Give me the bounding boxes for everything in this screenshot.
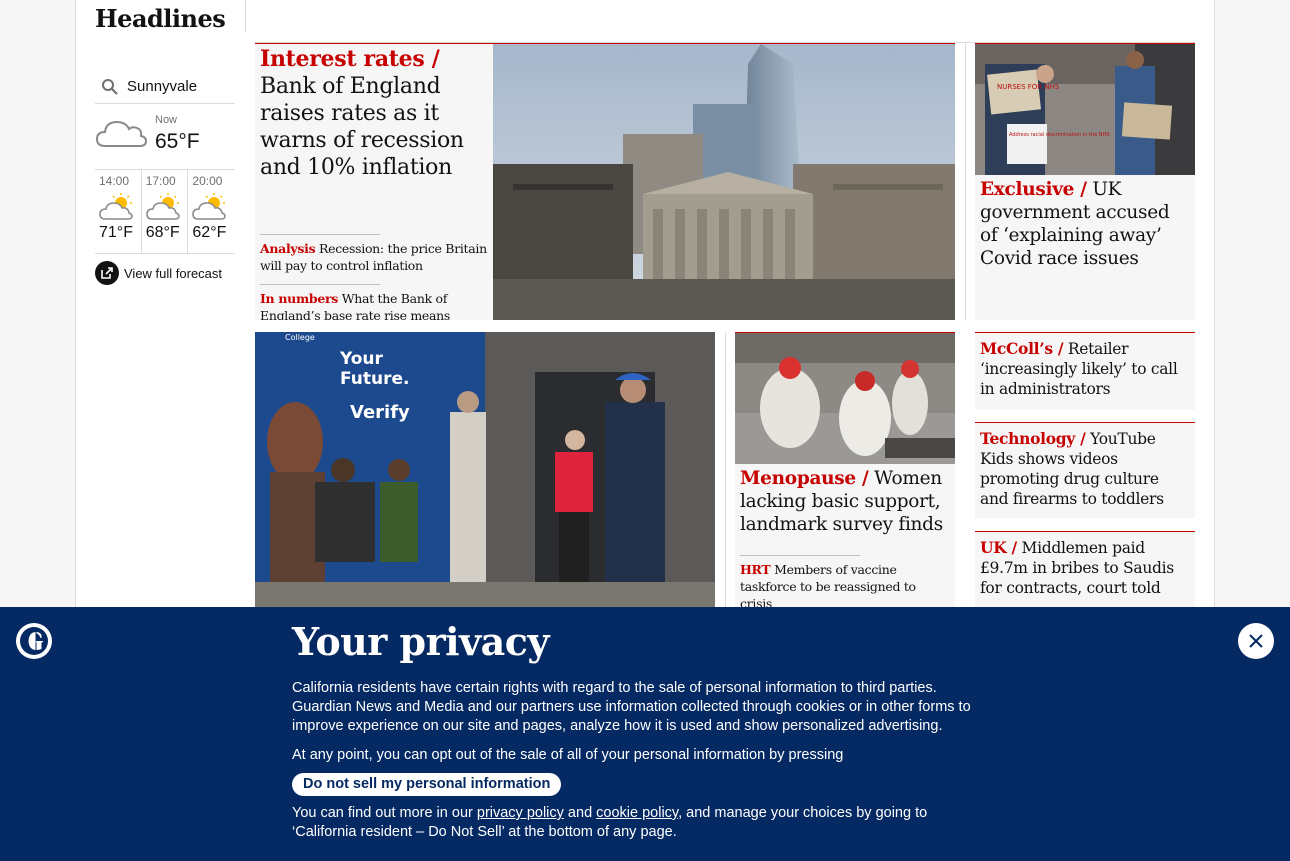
forecast-time: 17:00 bbox=[145, 174, 176, 188]
exclusive-story-card[interactable]: NURSES FOR NHS Address racial discrimina… bbox=[975, 43, 1195, 320]
close-icon bbox=[1249, 634, 1263, 648]
placard-text: Address racial discrimination in the NHS bbox=[1009, 132, 1109, 138]
forecast-time: 14:00 bbox=[99, 174, 130, 188]
small-story-headline: McColl’s / Retailer ‘increasingly likely… bbox=[975, 333, 1195, 399]
weather-location-name: Sunnyvale bbox=[127, 78, 198, 95]
weather-widget: Sunnyvale Now 65°F 14:00 71°F 17:00 68°F bbox=[95, 70, 235, 292]
small-story-headline: UK / Middlemen paid £9.7m in bribes to S… bbox=[975, 532, 1195, 598]
weather-now: Now 65°F bbox=[95, 104, 235, 170]
signage-text: Future. bbox=[340, 369, 409, 389]
cookie-policy-link[interactable]: cookie policy bbox=[596, 805, 678, 821]
small-story-kicker: McColl’s / bbox=[980, 339, 1064, 358]
sublink-kicker: In numbers bbox=[260, 291, 339, 306]
weather-location[interactable]: Sunnyvale bbox=[95, 70, 235, 104]
guardian-logo-icon bbox=[16, 623, 52, 659]
do-not-sell-button[interactable]: Do not sell my personal information bbox=[292, 773, 562, 796]
privacy-banner: Your privacy California residents have c… bbox=[0, 607, 1290, 861]
forecast-item: 14:00 71°F bbox=[95, 170, 142, 253]
section-title: Headlines bbox=[95, 4, 226, 33]
small-story-headline: Technology / YouTube Kids shows videos p… bbox=[975, 423, 1195, 509]
weather-forecast: 14:00 71°F 17:00 68°F 20:00 62°F bbox=[95, 170, 235, 254]
small-story-kicker: UK / bbox=[980, 538, 1017, 557]
nurses-protest-photo[interactable]: NURSES FOR NHS Address racial discrimina… bbox=[975, 44, 1195, 175]
sublink-analysis[interactable]: Analysis Recession: the price Britain wi… bbox=[260, 234, 487, 274]
privacy-paragraph: You can find out more in our privacy pol… bbox=[292, 805, 928, 840]
menopause-sublink[interactable]: HRT Members of vaccine taskforce to be r… bbox=[740, 555, 950, 608]
weather-now-temp: 65°F bbox=[155, 130, 200, 153]
exclusive-story-headline[interactable]: Exclusive / UK government accused of ‘ex… bbox=[980, 178, 1185, 270]
bank-of-england-photo[interactable] bbox=[493, 44, 955, 320]
forecast-time: 20:00 bbox=[192, 174, 223, 188]
cloud-icon bbox=[95, 120, 147, 147]
forecast-temp: 62°F bbox=[192, 224, 227, 241]
forecast-temp: 68°F bbox=[145, 224, 180, 241]
privacy-body: California residents have certain rights… bbox=[292, 679, 992, 842]
small-story-card[interactable]: McColl’s / Retailer ‘increasingly likely… bbox=[975, 332, 1195, 410]
street-scene-photo[interactable]: College Your Future. Verify bbox=[255, 332, 715, 608]
menopause-story-headline[interactable]: Menopause / Women lacking basic support,… bbox=[740, 467, 950, 536]
privacy-paragraph: California residents have certain rights… bbox=[292, 680, 971, 734]
sublink-kicker: Analysis bbox=[260, 241, 316, 256]
sun-cloud-icon bbox=[192, 193, 227, 220]
column-divider bbox=[245, 0, 246, 32]
external-link-icon bbox=[95, 261, 119, 285]
main-story-title: Bank of England raises rates as it warns… bbox=[260, 74, 464, 180]
signage-text: Your bbox=[339, 349, 384, 369]
small-story-kicker: Technology / bbox=[980, 429, 1086, 448]
main-story-kicker: Interest rates / bbox=[260, 46, 440, 72]
small-story-card[interactable]: UK / Middlemen paid £9.7m in bribes to S… bbox=[975, 531, 1195, 608]
column-separator bbox=[965, 43, 966, 320]
privacy-policy-link[interactable]: privacy policy bbox=[477, 805, 564, 821]
weather-now-label: Now bbox=[155, 114, 178, 126]
search-icon bbox=[102, 78, 118, 95]
sublink-kicker: HRT bbox=[740, 562, 771, 577]
sun-cloud-icon bbox=[145, 193, 180, 220]
column-separator bbox=[725, 332, 726, 608]
small-story-card[interactable]: Technology / YouTube Kids shows videos p… bbox=[975, 422, 1195, 518]
main-story-text: Interest rates / Bank of England raises … bbox=[260, 44, 488, 181]
sublink-in-numbers[interactable]: In numbers What the Bank of England’s ba… bbox=[260, 284, 450, 320]
forecast-item: 17:00 68°F bbox=[142, 170, 189, 253]
kitchen-workers-photo[interactable] bbox=[735, 333, 955, 464]
main-story-headline[interactable]: Interest rates / Bank of England raises … bbox=[260, 46, 488, 181]
view-full-forecast-label: View full forecast bbox=[124, 265, 223, 281]
placard-text: NURSES FOR NHS bbox=[997, 83, 1060, 91]
main-story-sublinks: Analysis Recession: the price Britain wi… bbox=[260, 234, 488, 320]
forecast-item: 20:00 62°F bbox=[188, 170, 235, 253]
menopause-story-card[interactable]: Menopause / Women lacking basic support,… bbox=[735, 332, 955, 608]
main-story-card[interactable]: Interest rates / Bank of England raises … bbox=[255, 43, 955, 320]
photo-story-card[interactable]: College Your Future. Verify bbox=[255, 332, 715, 608]
view-full-forecast-link[interactable]: View full forecast bbox=[95, 254, 235, 292]
privacy-paragraph: At any point, you can opt out of the sal… bbox=[292, 747, 844, 763]
privacy-title: Your privacy bbox=[292, 619, 550, 664]
sun-cloud-icon bbox=[99, 193, 133, 220]
signage-text: Verify bbox=[350, 402, 410, 423]
close-button[interactable] bbox=[1238, 623, 1274, 659]
menopause-story-kicker: Menopause / bbox=[740, 468, 869, 489]
exclusive-story-kicker: Exclusive / bbox=[980, 179, 1087, 200]
forecast-temp: 71°F bbox=[99, 224, 133, 241]
signage-text: College bbox=[285, 333, 315, 342]
